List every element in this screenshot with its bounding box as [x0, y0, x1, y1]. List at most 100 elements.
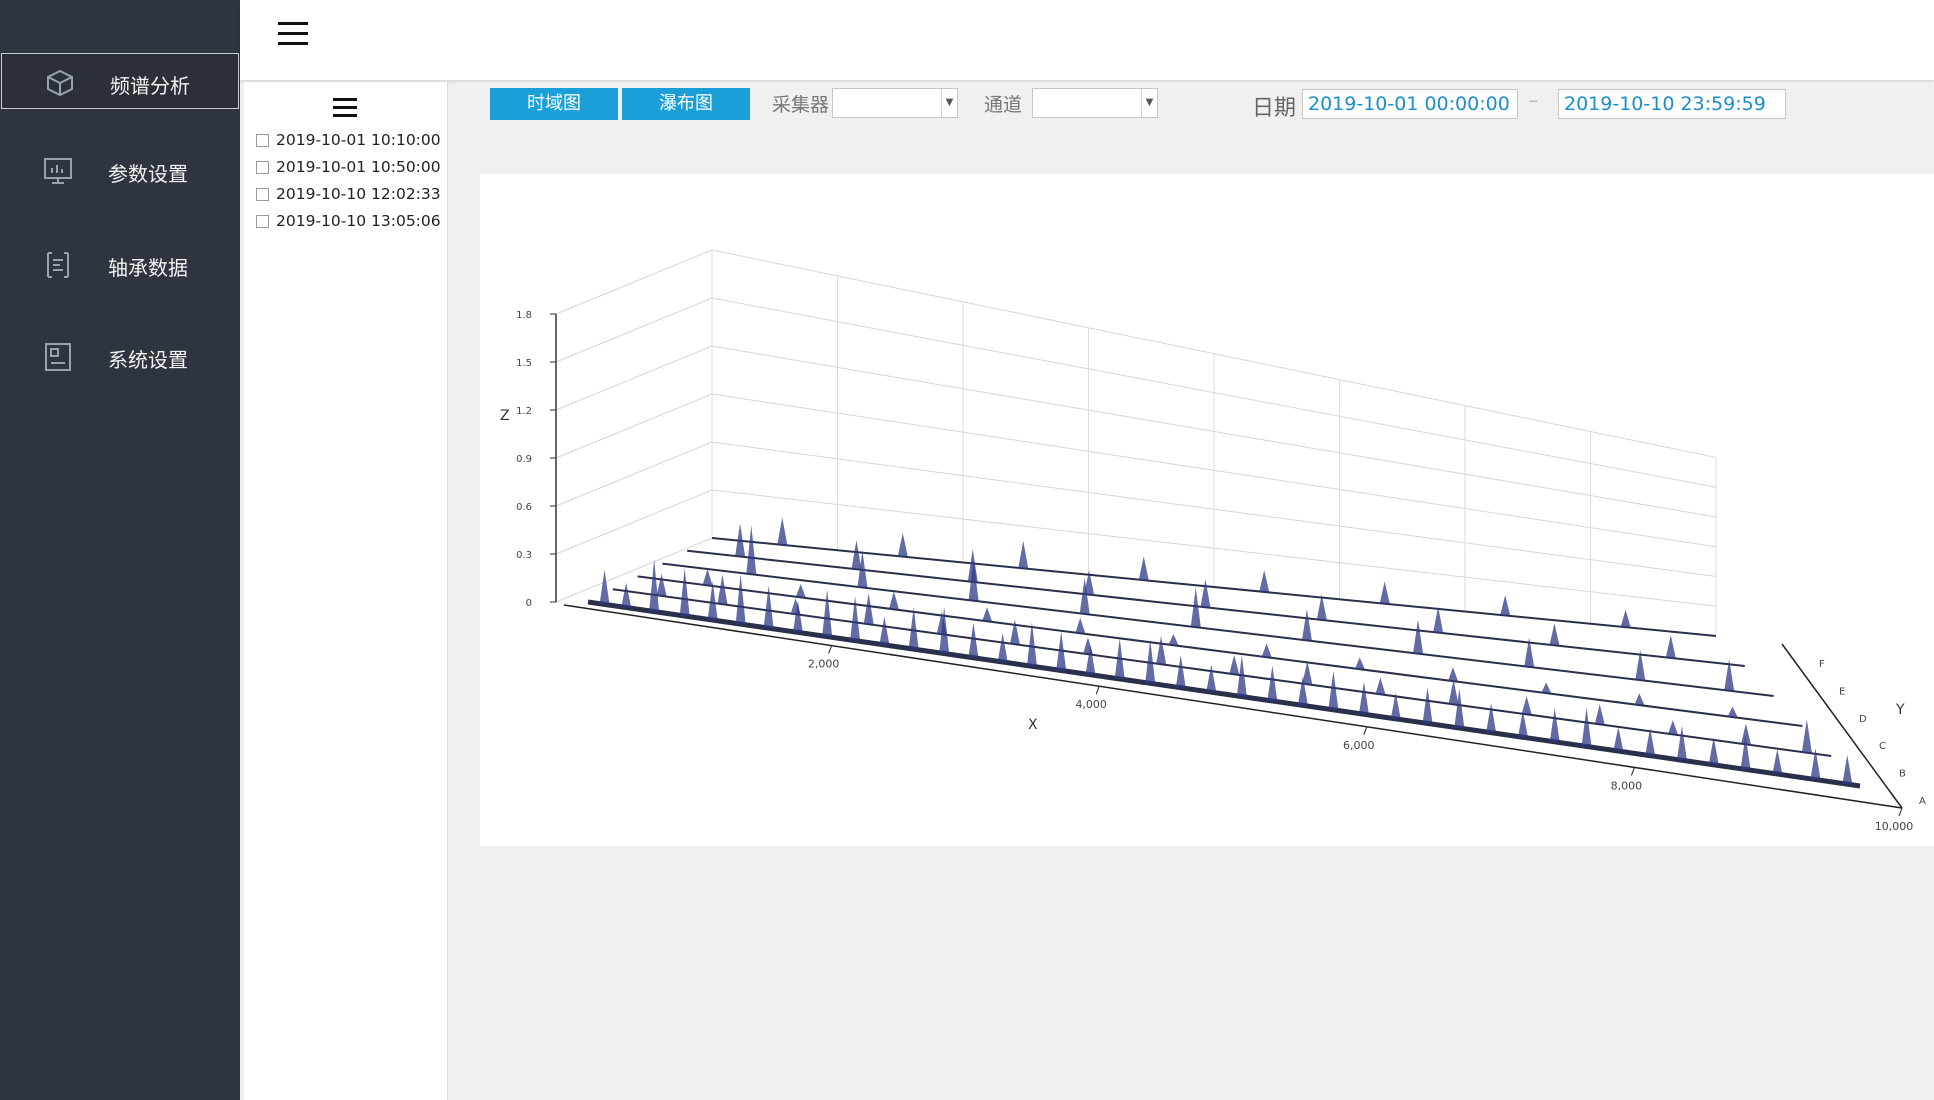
z-tick-label: 0.3 [516, 550, 532, 561]
x-tick-label: 10,000 [1875, 820, 1914, 833]
spike-base [1448, 679, 1459, 705]
record-checkbox[interactable] [256, 188, 269, 201]
spike-base [1413, 619, 1424, 654]
spike-base [1500, 595, 1511, 616]
tab-time-domain[interactable]: 时域图 [490, 88, 618, 120]
spike-base [1026, 621, 1037, 667]
top-bar [240, 0, 1934, 80]
grid-line [555, 297, 713, 363]
collector-select[interactable]: ▼ [832, 88, 958, 118]
spike-base [1549, 708, 1560, 742]
spike-base [1634, 693, 1645, 706]
sidebar-item-bearing-data[interactable]: 轴承数据 [0, 236, 240, 292]
spike-base [1259, 570, 1270, 592]
z-tick-label: 1.2 [516, 406, 532, 417]
record-timestamp: 2019-10-10 13:05:06 [276, 212, 441, 230]
sidebar-item-label: 参数设置 [108, 162, 188, 186]
y-tick-label: E [1839, 687, 1845, 698]
y-tick-label: C [1879, 741, 1886, 752]
spike-base [1018, 540, 1029, 569]
spike-base [1667, 720, 1678, 735]
x-tick [1095, 686, 1100, 695]
spike-base [1842, 754, 1853, 785]
sidebar-item-parameter-settings[interactable]: 参数设置 [0, 142, 240, 198]
spike-base [1581, 707, 1592, 747]
record-checkbox[interactable] [256, 161, 269, 174]
sidebar-item-label: 频谱分析 [110, 74, 190, 98]
record-checkbox[interactable] [256, 215, 269, 228]
spike-base [746, 525, 757, 575]
x-axis-label: X [1028, 717, 1038, 733]
spike-base [1375, 677, 1386, 695]
spike-base [649, 559, 660, 612]
spike-base [1261, 643, 1272, 658]
spike-base [1075, 617, 1086, 634]
spike-base [1772, 749, 1783, 775]
spike-base [1379, 581, 1390, 604]
z-tick-label: 1.8 [516, 310, 532, 321]
spike-base [621, 582, 632, 608]
sidebar-item-label: 轴承数据 [108, 256, 188, 280]
spike-base [777, 517, 788, 545]
y-axis-label: Y [1895, 702, 1905, 718]
channel-select[interactable]: ▼ [1032, 88, 1158, 118]
date-start-input[interactable]: 2019-10-01 00:00:00 [1302, 89, 1518, 119]
sidebar-item-label: 系统设置 [108, 348, 188, 372]
spike-base [879, 616, 890, 645]
sidebar: 频谱分析 参数设置 轴承数据 系统设置 [0, 0, 240, 1100]
sidebar-item-spectrum-analysis[interactable]: 频谱分析 [1, 53, 239, 109]
x-tick-label: 2,000 [808, 658, 840, 671]
x-tick [1363, 726, 1368, 735]
grid-line [555, 345, 713, 411]
list-icon [47, 252, 69, 278]
spike-base [1138, 556, 1149, 581]
y-tick-label: A [1919, 796, 1926, 807]
spike-base [863, 593, 874, 625]
x-tick-label: 8,000 [1611, 779, 1643, 792]
record-checkbox[interactable] [256, 134, 269, 147]
y-tick-label: D [1859, 714, 1867, 725]
record-timestamp: 2019-10-01 10:50:00 [276, 158, 441, 176]
list-menu-icon[interactable] [333, 98, 357, 120]
z-axis-label: Z [500, 408, 510, 424]
spike-base [908, 607, 919, 650]
chevron-down-icon: ▼ [941, 89, 957, 117]
cube-icon [47, 69, 73, 97]
menu-toggle-icon[interactable] [278, 22, 308, 52]
spike-base [1549, 623, 1560, 646]
spike-base [1801, 719, 1812, 753]
spike-base [1665, 635, 1676, 658]
record-timestamp: 2019-10-01 10:10:00 [276, 131, 441, 149]
chevron-down-icon: ▼ [1141, 89, 1157, 117]
spike-base [1168, 633, 1179, 646]
grid-line [555, 393, 713, 459]
spike-base [968, 622, 979, 658]
date-label: 日期 [1252, 96, 1297, 121]
series-baseline [637, 575, 1803, 727]
date-end-input[interactable]: 2019-10-10 23:59:59 [1558, 89, 1786, 119]
spike-base [1486, 703, 1497, 733]
spike-base [1422, 687, 1433, 724]
x-tick [828, 645, 833, 654]
spike-base [735, 574, 746, 625]
spike-base [702, 568, 713, 586]
waterfall-chart[interactable]: 0 0.3 0.6 0.9 1.2 1.5 1.8 Z 2,000 4,000 6,000 8,000… [480, 174, 1934, 846]
spike-base [1358, 681, 1369, 715]
spike-base [1613, 726, 1624, 752]
x-tick [1898, 807, 1903, 817]
spike-base [1229, 654, 1240, 675]
spike-base [851, 540, 862, 570]
monitor-icon [44, 158, 72, 184]
spike-base [1541, 682, 1552, 694]
spike-base [1200, 579, 1211, 608]
y-tick-label: F [1819, 659, 1825, 670]
spike-base [822, 589, 833, 637]
spike-base [1206, 664, 1217, 693]
main-content: 时域图 瀑布图 采集器 ▼ 通道 ▼ 日期 2019-10-01 00:00:0… [456, 82, 1934, 1100]
sidebar-item-system-settings[interactable]: 系统设置 [0, 328, 240, 384]
date-separator: – [1528, 88, 1538, 112]
tab-waterfall[interactable]: 瀑布图 [622, 88, 750, 120]
z-tick-label: 0.9 [516, 454, 532, 465]
spike-base [850, 596, 861, 641]
z-tick-label: 1.5 [516, 358, 532, 369]
